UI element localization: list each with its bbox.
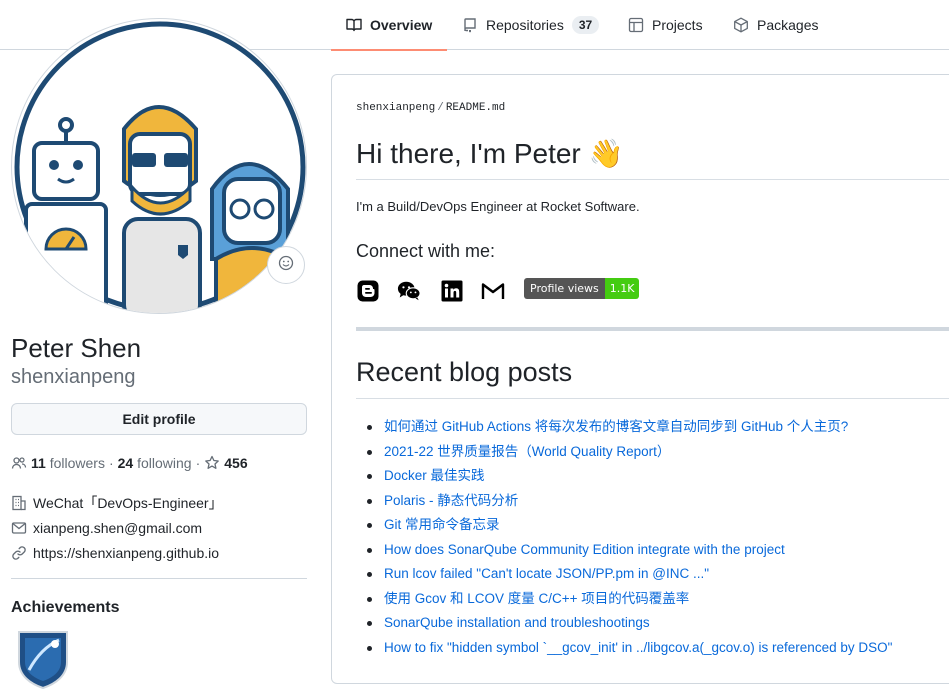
readme-greeting: Hi there, I'm Peter 👋 — [356, 138, 624, 169]
sidebar-divider — [11, 578, 307, 579]
list-item: SonarQube installation and troubleshooti… — [364, 611, 892, 636]
star-icon — [204, 455, 220, 471]
blog-post-link[interactable]: SonarQube installation and troubleshooti… — [384, 615, 650, 630]
profile-company: WeChat「DevOps-Engineer」 — [11, 493, 223, 513]
tab-repositories[interactable]: Repositories 37 — [462, 0, 600, 50]
blog-post-link[interactable]: 如何通过 GitHub Actions 将每次发布的博客文章自动同步到 GitH… — [384, 419, 848, 434]
blogger-icon[interactable] — [356, 279, 380, 303]
heading-rule — [356, 179, 949, 180]
blog-post-link[interactable]: Docker 最佳实践 — [384, 468, 485, 483]
gmail-icon[interactable] — [481, 279, 505, 303]
following-link[interactable]: 24 following — [118, 455, 192, 471]
profile-username: shenxianpeng — [11, 366, 136, 388]
list-item: How does SonarQube Community Edition int… — [364, 538, 892, 563]
profile-readme: shenxianpeng / README.md Hi there, I'm Pet… — [331, 74, 949, 684]
blog-post-link[interactable]: Polaris - 静态代码分析 — [384, 493, 518, 508]
organization-icon — [11, 495, 27, 511]
readme-breadcrumb: shenxianpeng / README.md — [356, 102, 506, 114]
readme-owner-link[interactable]: shenxianpeng — [356, 102, 435, 114]
followers-link[interactable]: 11 followers — [31, 455, 105, 471]
book-icon — [346, 17, 362, 33]
linkedin-icon[interactable] — [440, 279, 464, 303]
list-item: How to fix "hidden symbol `__gcov_init' … — [364, 636, 892, 661]
people-icon — [11, 455, 27, 471]
follow-stats: 11 followers · 24 following · 456 — [11, 453, 248, 473]
list-item: 2021-22 世界质量报告（World Quality Report） — [364, 440, 892, 465]
profile-website[interactable]: https://shenxianpeng.github.io — [11, 543, 219, 563]
connect-heading: Connect with me: — [356, 241, 496, 261]
repositories-count: 37 — [571, 16, 600, 34]
tab-projects[interactable]: Projects — [628, 0, 703, 50]
profile-full-name: Peter Shen — [11, 333, 142, 363]
blog-post-list: 如何通过 GitHub Actions 将每次发布的博客文章自动同步到 GitH… — [364, 415, 892, 660]
avatar[interactable] — [11, 18, 307, 314]
repo-icon — [462, 17, 478, 33]
edit-profile-button[interactable]: Edit profile — [11, 403, 307, 435]
link-icon — [11, 545, 27, 561]
heading-rule — [356, 398, 949, 399]
package-icon — [733, 17, 749, 33]
stars-link[interactable]: 456 — [204, 455, 248, 471]
avatar-container — [11, 18, 307, 314]
profile-views-badge[interactable]: Profile views 1.1K — [524, 278, 640, 299]
readme-intro: I'm a Build/DevOps Engineer at Rocket So… — [356, 199, 640, 214]
blog-post-link[interactable]: Git 常用命令备忘录 — [384, 517, 500, 532]
wechat-icon[interactable] — [397, 279, 421, 303]
list-item: Git 常用命令备忘录 — [364, 513, 892, 538]
tab-packages[interactable]: Packages — [733, 0, 818, 50]
set-status-button[interactable] — [267, 246, 305, 284]
smiley-icon — [278, 255, 294, 276]
list-item: 如何通过 GitHub Actions 将每次发布的博客文章自动同步到 GitH… — [364, 415, 892, 440]
section-divider — [356, 327, 949, 331]
blog-post-link[interactable]: Run lcov failed "Can't locate JSON/PP.pm… — [384, 566, 709, 581]
mail-icon — [11, 520, 27, 536]
blog-post-link[interactable]: How to fix "hidden symbol `__gcov_init' … — [384, 640, 892, 655]
blog-post-link[interactable]: 使用 Gcov 和 LCOV 度量 C/C++ 项目的代码覆盖率 — [384, 591, 689, 606]
list-item: 使用 Gcov 和 LCOV 度量 C/C++ 项目的代码覆盖率 — [364, 587, 892, 612]
tab-overview[interactable]: Overview — [330, 0, 448, 51]
blog-post-link[interactable]: 2021-22 世界质量报告（World Quality Report） — [384, 444, 670, 459]
list-item: Run lcov failed "Can't locate JSON/PP.pm… — [364, 562, 892, 587]
list-item: Polaris - 静态代码分析 — [364, 489, 892, 514]
profile-email[interactable]: xianpeng.shen@gmail.com — [11, 518, 202, 538]
blog-posts-heading: Recent blog posts — [356, 357, 573, 387]
table-icon — [628, 17, 644, 33]
achievements-heading: Achievements — [11, 599, 120, 616]
list-item: Docker 最佳实践 — [364, 464, 892, 489]
readme-file-link[interactable]: README.md — [446, 102, 505, 114]
achievement-badge[interactable] — [15, 626, 71, 690]
blog-post-link[interactable]: How does SonarQube Community Edition int… — [384, 542, 785, 557]
